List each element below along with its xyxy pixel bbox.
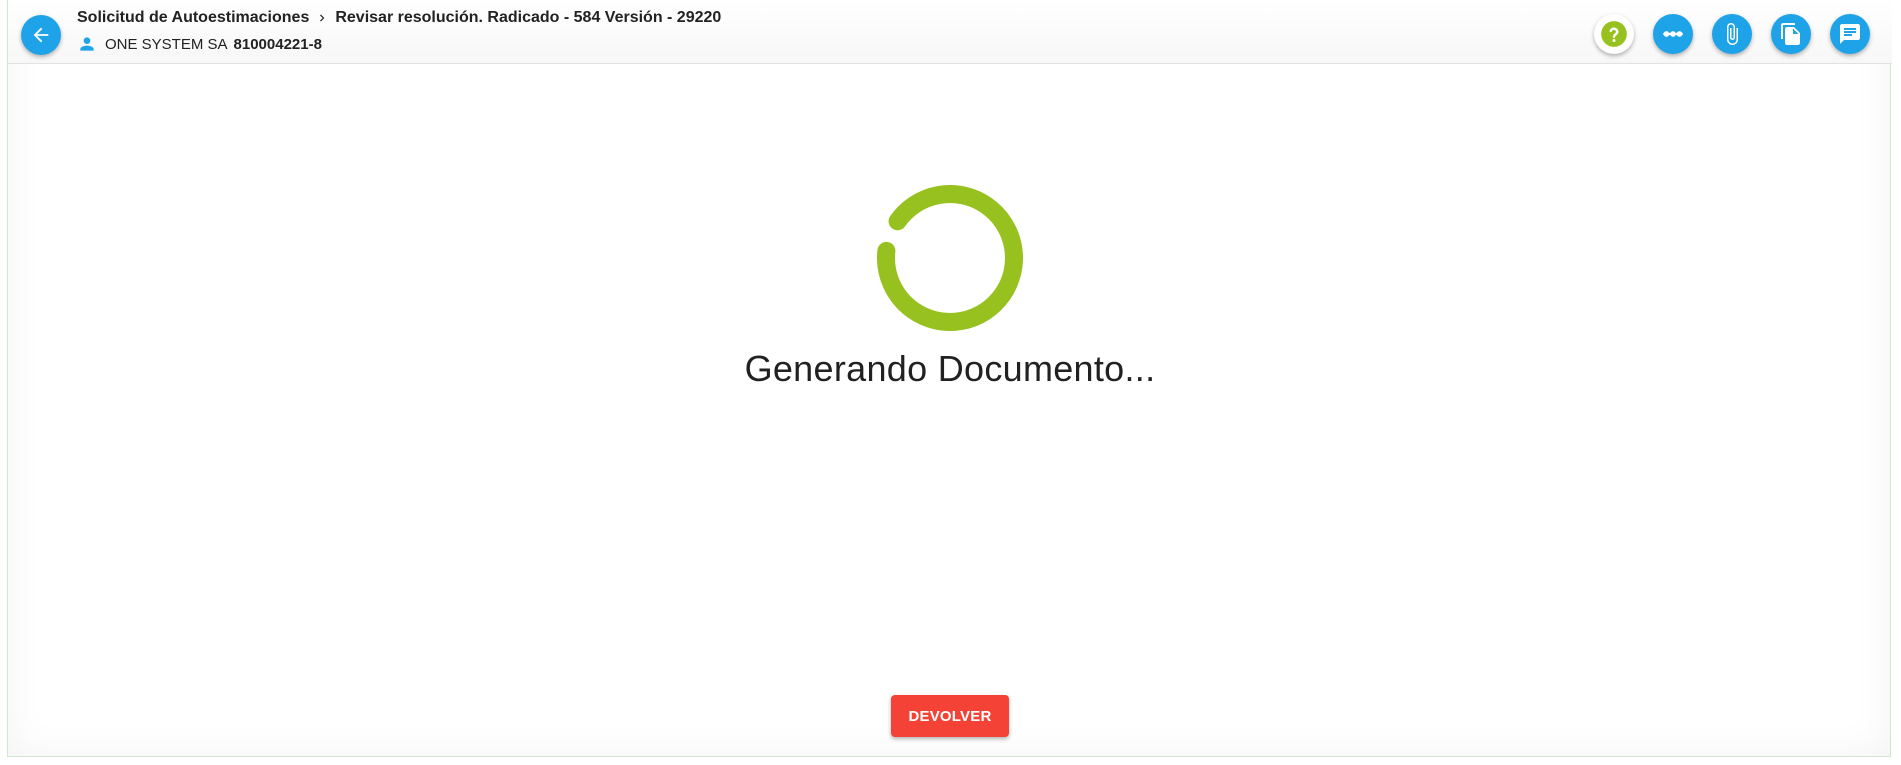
loading-message: Generando Documento...: [744, 348, 1156, 389]
app-frame: Solicitud de Autoestimaciones Revisar re…: [7, 0, 1892, 757]
person-icon: [77, 34, 97, 54]
header-bar: Solicitud de Autoestimaciones Revisar re…: [8, 0, 1892, 64]
loading-spinner-icon: [877, 185, 1024, 331]
attachment-icon: [1727, 23, 1738, 45]
company-nit: 810004221-8: [233, 35, 322, 53]
breadcrumb: Solicitud de Autoestimaciones Revisar re…: [77, 9, 721, 27]
documents-icon: [1781, 23, 1800, 45]
breadcrumb-parent[interactable]: Solicitud de Autoestimaciones: [77, 9, 309, 27]
timeline-icon: [1663, 31, 1683, 37]
company-info: ONE SYSTEM SA 810004221-8: [77, 34, 322, 54]
arrow-left-icon: [33, 27, 49, 43]
help-icon: [1601, 21, 1627, 47]
chevron-right-icon: [315, 11, 329, 25]
comments-button[interactable]: [1830, 14, 1870, 54]
help-button[interactable]: [1594, 14, 1634, 54]
documents-button[interactable]: [1771, 14, 1811, 54]
back-button[interactable]: [21, 15, 61, 55]
breadcrumb-current: Revisar resolución. Radicado - 584 Versi…: [335, 9, 722, 26]
attachment-button[interactable]: [1712, 14, 1752, 54]
timeline-button[interactable]: [1653, 14, 1693, 54]
loading-section: Generando Documento...: [8, 184, 1892, 390]
header-actions: [1594, 14, 1870, 54]
return-button[interactable]: DEVOLVER: [891, 695, 1009, 737]
company-name: ONE SYSTEM SA: [105, 35, 228, 53]
comment-icon: [1840, 24, 1860, 44]
